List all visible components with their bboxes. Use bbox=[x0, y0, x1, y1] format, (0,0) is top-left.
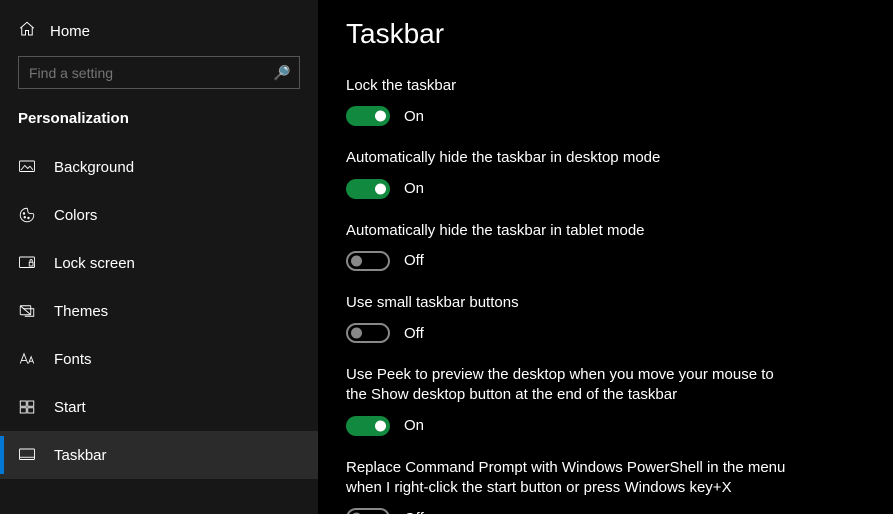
fonts-icon bbox=[18, 350, 36, 368]
home-icon bbox=[18, 20, 36, 42]
setting-row: Use Peek to preview the desktop when you… bbox=[346, 365, 796, 436]
nav-label: Fonts bbox=[54, 351, 92, 368]
toggle-row: Off bbox=[346, 251, 796, 271]
setting-row: Replace Command Prompt with Windows Powe… bbox=[346, 458, 796, 514]
setting-label: Use small taskbar buttons bbox=[346, 293, 796, 313]
search-wrap: 🔍 bbox=[0, 56, 318, 100]
toggle-state-label: On bbox=[404, 180, 424, 197]
toggle-switch[interactable] bbox=[346, 106, 390, 126]
toggle-row: Off bbox=[346, 323, 796, 343]
sidebar: Home 🔍 Personalization Background Colors… bbox=[0, 0, 318, 514]
main-content: Taskbar Lock the taskbar On Automatically … bbox=[318, 0, 893, 514]
lock-screen-icon bbox=[18, 254, 36, 272]
sidebar-item-colors[interactable]: Colors bbox=[0, 191, 318, 239]
setting-row: Automatically hide the taskbar in tablet… bbox=[346, 221, 796, 271]
toggle-switch[interactable] bbox=[346, 508, 390, 514]
toggle-row: On bbox=[346, 179, 796, 199]
toggle-state-label: On bbox=[404, 417, 424, 434]
home-label: Home bbox=[50, 23, 90, 40]
toggle-knob bbox=[351, 255, 362, 266]
nav-label: Lock screen bbox=[54, 255, 135, 272]
category-heading: Personalization bbox=[0, 100, 318, 143]
toggle-state-label: Off bbox=[404, 325, 424, 342]
nav-label: Themes bbox=[54, 303, 108, 320]
toggle-row: On bbox=[346, 416, 796, 436]
toggle-knob bbox=[375, 111, 386, 122]
setting-row: Lock the taskbar On bbox=[346, 76, 796, 126]
nav-label: Background bbox=[54, 159, 134, 176]
search-input[interactable] bbox=[18, 56, 300, 89]
page-title: Taskbar bbox=[346, 18, 893, 50]
toggle-knob bbox=[375, 420, 386, 431]
setting-label: Automatically hide the taskbar in tablet… bbox=[346, 221, 796, 241]
setting-label: Automatically hide the taskbar in deskto… bbox=[346, 148, 796, 168]
sidebar-item-themes[interactable]: Themes bbox=[0, 287, 318, 335]
home-button[interactable]: Home bbox=[0, 14, 318, 56]
toggle-switch[interactable] bbox=[346, 416, 390, 436]
toggle-switch[interactable] bbox=[346, 179, 390, 199]
themes-icon bbox=[18, 302, 36, 320]
toggle-switch[interactable] bbox=[346, 251, 390, 271]
setting-label: Lock the taskbar bbox=[346, 76, 796, 96]
taskbar-icon bbox=[18, 446, 36, 464]
toggle-knob bbox=[351, 328, 362, 339]
setting-row: Use small taskbar buttons Off bbox=[346, 293, 796, 343]
setting-label: Replace Command Prompt with Windows Powe… bbox=[346, 458, 796, 499]
setting-label: Use Peek to preview the desktop when you… bbox=[346, 365, 796, 406]
toggle-knob bbox=[375, 183, 386, 194]
toggle-state-label: On bbox=[404, 108, 424, 125]
toggle-switch[interactable] bbox=[346, 323, 390, 343]
start-icon bbox=[18, 398, 36, 416]
toggle-row: Off bbox=[346, 508, 796, 514]
setting-row: Automatically hide the taskbar in deskto… bbox=[346, 148, 796, 198]
toggle-row: On bbox=[346, 106, 796, 126]
toggle-state-label: Off bbox=[404, 510, 424, 514]
colors-icon bbox=[18, 206, 36, 224]
nav-label: Start bbox=[54, 399, 86, 416]
background-icon bbox=[18, 158, 36, 176]
nav-label: Colors bbox=[54, 207, 97, 224]
toggle-state-label: Off bbox=[404, 252, 424, 269]
sidebar-item-start[interactable]: Start bbox=[0, 383, 318, 431]
sidebar-item-fonts[interactable]: Fonts bbox=[0, 335, 318, 383]
nav-list: Background Colors Lock screen Themes Fon… bbox=[0, 143, 318, 479]
sidebar-item-lock-screen[interactable]: Lock screen bbox=[0, 239, 318, 287]
settings-list: Lock the taskbar On Automatically hide the… bbox=[346, 76, 893, 514]
sidebar-item-background[interactable]: Background bbox=[0, 143, 318, 191]
nav-label: Taskbar bbox=[54, 447, 107, 464]
sidebar-item-taskbar[interactable]: Taskbar bbox=[0, 431, 318, 479]
